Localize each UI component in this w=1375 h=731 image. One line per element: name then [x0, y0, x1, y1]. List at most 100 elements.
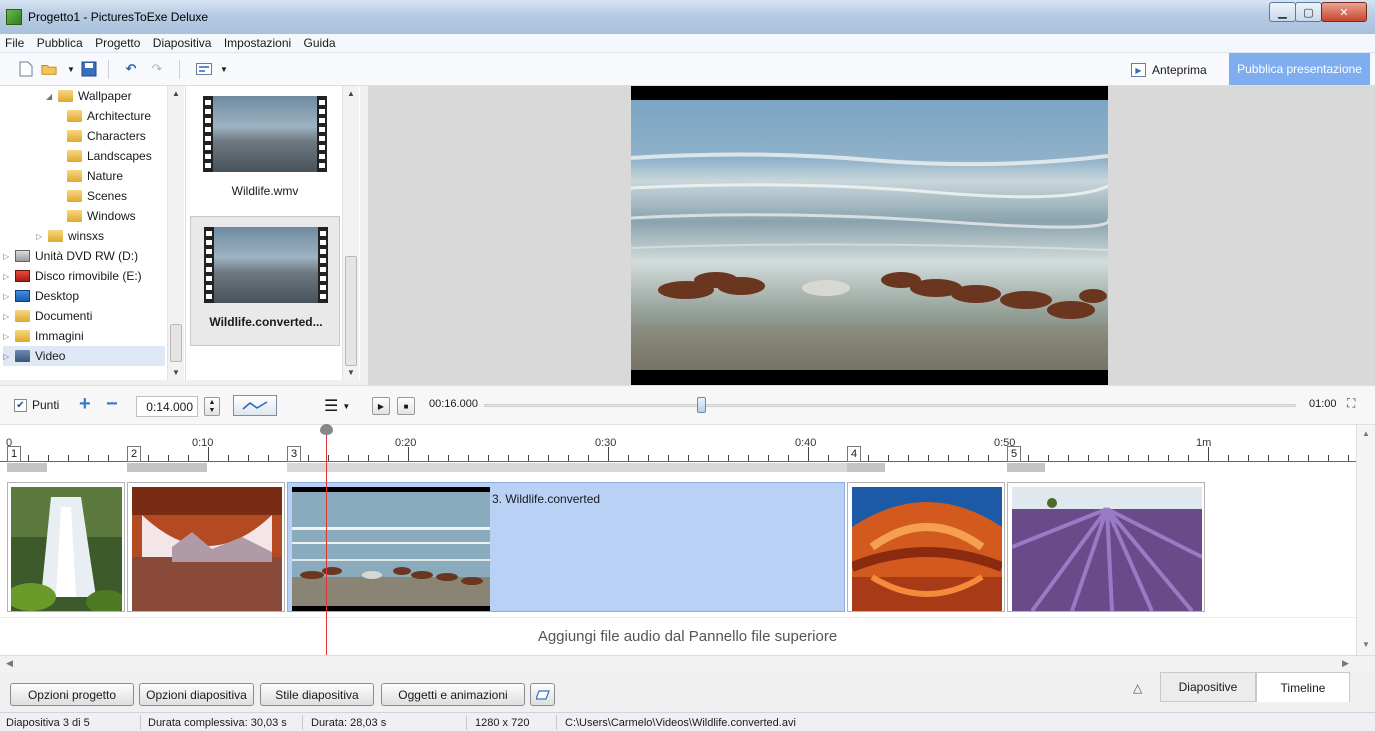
menu-publish[interactable]: Pubblica — [32, 34, 87, 50]
file-thumb-wildlife-converted[interactable]: Wildlife.converted... — [190, 216, 340, 346]
tab-slides[interactable]: Diapositive — [1160, 672, 1256, 702]
menu-slide[interactable]: Diapositiva — [148, 34, 216, 50]
playback-time: 00:16.000 — [429, 398, 478, 410]
tree-item-desktop[interactable]: ▷ Desktop — [3, 286, 79, 306]
tree-scrollbar[interactable]: ▲ ▼ — [167, 86, 184, 380]
scroll-up-icon[interactable]: ▲ — [172, 89, 180, 98]
project-options-button[interactable]: Opzioni progetto — [10, 683, 134, 706]
file-thumb-wildlife-wmv[interactable]: Wildlife.wmv — [190, 86, 340, 216]
playback-slider-thumb[interactable] — [697, 397, 706, 413]
tree-item-scenes[interactable]: Scenes — [67, 186, 127, 206]
playback-slider-track[interactable] — [484, 404, 1296, 407]
tree-scroll-thumb[interactable] — [170, 324, 182, 362]
timeline-horizontal-scrollbar[interactable]: ◀ ▶ — [0, 655, 1375, 672]
time-spinner[interactable]: 0:14.000 ▲ ▼ — [136, 396, 220, 417]
slide-marker[interactable]: 3 — [287, 446, 301, 462]
tab-timeline[interactable]: Timeline — [1256, 672, 1350, 702]
open-folder-icon[interactable] — [41, 61, 57, 77]
curve-mode-button[interactable] — [233, 395, 277, 416]
undo-icon[interactable]: ↶ — [123, 61, 139, 77]
collapsed-arrow-icon[interactable]: ▷ — [3, 352, 12, 361]
menu-help[interactable]: Guida — [299, 34, 340, 50]
slide-4[interactable] — [847, 482, 1005, 612]
slide-style-button[interactable]: Stile diapositiva — [260, 683, 374, 706]
tree-item-pictures[interactable]: ▷ Immagini — [3, 326, 84, 346]
play-button[interactable]: ▶ — [372, 397, 390, 415]
tree-item-windows[interactable]: Windows — [67, 206, 136, 226]
tree-item-wallpaper[interactable]: ◢ Wallpaper — [46, 86, 132, 106]
playhead-handle[interactable] — [320, 424, 333, 435]
scroll-down-icon[interactable]: ▼ — [1362, 640, 1370, 649]
slide-marker[interactable]: 2 — [127, 446, 141, 462]
scroll-left-icon[interactable]: ◀ — [6, 658, 13, 669]
tree-item-removable-disk[interactable]: ▷ Disco rimovibile (E:) — [3, 266, 142, 286]
collapsed-arrow-icon[interactable]: ▷ — [3, 312, 12, 321]
stop-button[interactable]: ■ — [397, 397, 415, 415]
save-icon[interactable] — [81, 61, 97, 77]
menu-project[interactable]: Progetto — [90, 34, 144, 50]
slide-2[interactable] — [127, 482, 285, 612]
tree-item-dvd-drive[interactable]: ▷ Unità DVD RW (D:) — [3, 246, 138, 266]
remove-point-icon[interactable]: − — [106, 393, 118, 416]
timeline-vertical-scrollbar[interactable]: ▲ ▼ — [1356, 425, 1375, 656]
expanded-arrow-icon[interactable]: ◢ — [46, 92, 55, 101]
fullscreen-icon[interactable]: ⛶ — [1347, 396, 1355, 411]
video-thumbnail — [204, 227, 328, 303]
view-dropdown-icon[interactable]: ▼ — [216, 61, 232, 77]
add-point-icon[interactable]: + — [79, 393, 91, 416]
publish-button[interactable]: Pubblica presentazione — [1229, 53, 1370, 85]
preview-button[interactable]: ▶ Anteprima — [1131, 61, 1207, 79]
points-checkbox[interactable]: ✔ Punti — [14, 398, 59, 412]
status-file-path: C:\Users\Carmelo\Videos\Wildlife.convert… — [565, 717, 796, 729]
maximize-button[interactable]: ▢ — [1295, 2, 1322, 22]
thumbnails-scroll-thumb[interactable] — [345, 256, 357, 366]
ruler-tick — [1208, 447, 1209, 461]
tree-item-documents[interactable]: ▷ Documenti — [3, 306, 92, 326]
title-bar: Progetto1 - PicturesToExe Deluxe ▁ ▢ ✕ — [0, 0, 1375, 34]
collapsed-arrow-icon[interactable]: ▷ — [36, 232, 45, 241]
extra-options-button[interactable] — [530, 683, 555, 706]
tree-item-video[interactable]: ▷ Video — [3, 346, 165, 366]
menu-settings[interactable]: Impostazioni — [219, 34, 295, 50]
scroll-down-icon[interactable]: ▼ — [172, 368, 180, 377]
spinner-arrows-icon[interactable]: ▲ ▼ — [204, 397, 220, 416]
tree-item-characters[interactable]: Characters — [67, 126, 146, 146]
thumbnails-scrollbar[interactable]: ▲ ▼ — [342, 86, 359, 380]
scroll-right-icon[interactable]: ▶ — [1342, 658, 1349, 669]
slide-1[interactable] — [7, 482, 125, 612]
list-menu-icon[interactable]: ☰ ▼ — [324, 396, 350, 416]
minimize-button[interactable]: ▁ — [1269, 2, 1296, 22]
audio-track[interactable]: Aggiungi file audio dal Pannello file su… — [0, 617, 1356, 655]
close-button[interactable]: ✕ — [1321, 2, 1367, 22]
redo-icon[interactable]: ↷ — [149, 61, 165, 77]
scroll-up-icon[interactable]: ▲ — [347, 89, 355, 98]
open-dropdown-icon[interactable]: ▼ — [63, 61, 79, 77]
horses-scene — [630, 152, 1111, 370]
slide-marker[interactable]: 5 — [1007, 446, 1021, 462]
slide-5[interactable] — [1007, 482, 1205, 612]
tree-item-landscapes[interactable]: Landscapes — [67, 146, 152, 166]
collapsed-arrow-icon[interactable]: ▷ — [3, 272, 12, 281]
horses-image — [292, 487, 490, 611]
slide-options-button[interactable]: Opzioni diapositiva — [139, 683, 254, 706]
tree-item-architecture[interactable]: Architecture — [67, 106, 151, 126]
new-file-icon[interactable] — [18, 61, 34, 77]
collapsed-arrow-icon[interactable]: ▷ — [3, 332, 12, 341]
slide-marker[interactable]: 4 — [847, 446, 861, 462]
slide-marker[interactable]: 1 — [7, 446, 21, 462]
status-duration: Durata: 28,03 s — [311, 717, 387, 729]
tree-item-winsxs[interactable]: ▷ winsxs — [36, 226, 104, 246]
scroll-up-icon[interactable]: ▲ — [1362, 429, 1370, 438]
time-field[interactable]: 0:14.000 — [136, 396, 198, 417]
tree-item-nature[interactable]: Nature — [67, 166, 123, 186]
slide-3[interactable]: 3. Wildlife.converted — [287, 482, 845, 612]
menu-file[interactable]: File — [0, 34, 28, 50]
video-preview[interactable] — [630, 86, 1111, 385]
scroll-down-icon[interactable]: ▼ — [347, 368, 355, 377]
checkbox-checked-icon[interactable]: ✔ — [14, 398, 27, 412]
collapsed-arrow-icon[interactable]: ▷ — [3, 292, 12, 301]
collapse-panel-icon[interactable]: △ — [1133, 681, 1142, 695]
objects-animations-button[interactable]: Oggetti e animazioni — [381, 683, 525, 706]
collapsed-arrow-icon[interactable]: ▷ — [3, 252, 12, 261]
slideshow-view-icon[interactable] — [196, 61, 212, 77]
